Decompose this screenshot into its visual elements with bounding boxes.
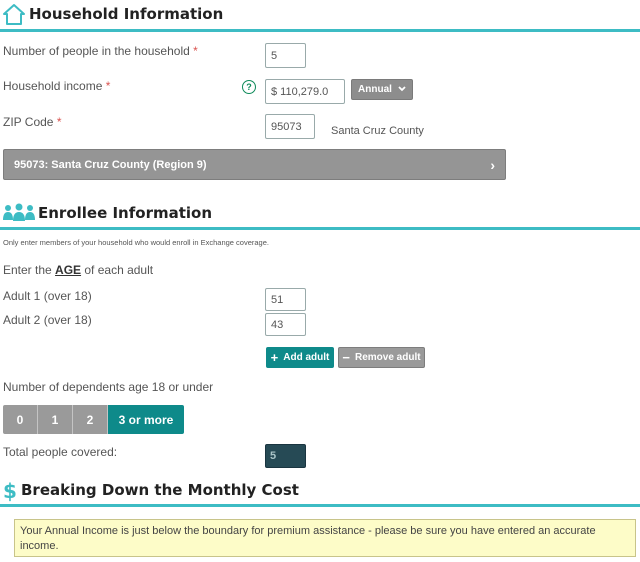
enrollee-section-title: Enrollee Information xyxy=(38,204,213,222)
home-icon xyxy=(3,3,25,25)
people-group-icon xyxy=(3,202,35,222)
income-input[interactable]: $ 110,279.0 xyxy=(265,79,345,104)
total-people-label: Total people covered: xyxy=(3,445,118,459)
remove-adult-label: Remove adult xyxy=(355,352,421,363)
frequency-value: Annual xyxy=(358,84,392,95)
total-people-value: 5 xyxy=(265,444,306,468)
people-input[interactable]: 5 xyxy=(265,43,306,68)
enrollee-title-rule xyxy=(0,227,640,230)
dollar-icon: $ xyxy=(3,479,17,503)
region-button[interactable]: 95073: Santa Cruz County (Region 9) › xyxy=(3,149,506,180)
add-adult-label: Add adult xyxy=(283,352,330,363)
income-label: Household income * xyxy=(3,79,111,93)
dependent-option-1[interactable]: 1 xyxy=(38,405,73,434)
cost-section-title: Breaking Down the Monthly Cost xyxy=(21,481,299,499)
region-button-label: 95073: Santa Cruz County (Region 9) xyxy=(14,158,207,171)
minus-icon: − xyxy=(342,350,350,365)
help-icon[interactable]: ? xyxy=(242,80,256,94)
dependents-label: Number of dependents age 18 or under xyxy=(3,380,214,394)
chevron-right-icon: › xyxy=(490,156,495,173)
chevron-down-icon xyxy=(398,84,406,95)
household-title-rule xyxy=(0,29,640,32)
adult-1-age-input[interactable]: 51 xyxy=(265,288,306,311)
add-adult-button[interactable]: + Add adult xyxy=(266,347,334,368)
dependent-option-0[interactable]: 0 xyxy=(3,405,38,434)
plus-icon: + xyxy=(270,350,279,365)
household-section-title: Household Information xyxy=(29,5,224,23)
zip-input[interactable]: 95073 xyxy=(265,114,315,139)
adult-1-label: Adult 1 (over 18) xyxy=(3,289,92,303)
adult-2-age-input[interactable]: 43 xyxy=(265,313,306,336)
remove-adult-button[interactable]: − Remove adult xyxy=(338,347,425,368)
zip-label: ZIP Code * xyxy=(3,115,62,129)
adult-2-label: Adult 2 (over 18) xyxy=(3,313,92,327)
cost-title-rule xyxy=(0,504,640,507)
dependent-option-2[interactable]: 2 xyxy=(73,405,108,434)
county-text: Santa Cruz County xyxy=(331,125,424,137)
income-warning-box: Your Annual Income is just below the bou… xyxy=(14,519,636,557)
dependent-option-3-or-more[interactable]: 3 or more xyxy=(108,405,184,434)
enrollee-note: Only enter members of your household who… xyxy=(3,238,269,247)
age-prompt: Enter the AGE of each adult xyxy=(3,263,154,277)
people-label: Number of people in the household * xyxy=(3,44,198,58)
income-frequency-select[interactable]: Annual xyxy=(351,79,413,100)
